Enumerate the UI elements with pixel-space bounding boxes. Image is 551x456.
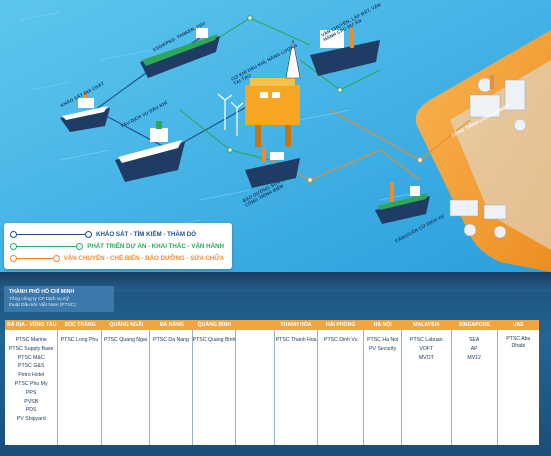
list-item: PTSC M&C [17,354,45,361]
list-item: PTSC Long Phu [60,337,99,343]
list-item: PV Security [369,345,397,352]
legend-item-development: PHÁT TRIỂN DỰ ÁN - KHAI THÁC - VẬN HÀNH [9,240,224,252]
list-item: PTSC Abu Dhabi [506,336,531,349]
column-soc-trang: PTSC Long Phu [58,330,102,445]
header-ha-noi: HÀ NỘI [373,322,392,328]
list-item: MVOT [418,354,434,361]
list-item: PTSC G&S [18,363,45,370]
list-item: PV Shipyard [16,416,46,423]
header-thanh-hoa: THANH HÓA [280,322,312,328]
legend-text-development: PHÁT TRIỂN DỰ ÁN - KHAI THÁC - VẬN HÀNH [87,242,224,250]
header-malaysia: MALAYSIA [413,322,440,328]
legend-item-services: VẬN CHUYỂN - CHẾ BIẾN - BẢO DƯỠNG - SỬA … [10,252,224,264]
list-item: PTSC Thanh Hoa [275,337,317,343]
list-item: Petro Hotel [18,372,45,379]
list-item: PTSC Labuan [410,337,443,343]
legend-line-survey [10,231,92,239]
column-ba-ria-vung-tau: PTSC Marine PTSC Supply Base PTSC M&C PT… [5,330,59,445]
list-item: SEA [468,337,480,343]
column-empty [236,330,276,445]
column-hai-phong: PTSC Dinh Vu [318,330,365,445]
list-item: PTSC Supply Base [8,345,54,352]
column-quang-ngai: PTSC Quang Ngai [102,330,151,445]
units-table: BÀ RỊA - VŨNG TÀU SÓC TRĂNG QUẢNG NGÃI Đ… [5,320,539,445]
list-item: PTSC Ha Noi [367,337,399,343]
list-item: PTSC Dinh Vu [323,337,358,343]
header-uae: UAE [512,322,524,328]
list-item: VOFT [419,345,434,352]
column-ha-noi: PTSC Ha Noi PV Security [364,330,402,445]
list-item: PDS [25,407,37,414]
legend: KHẢO SÁT - TÌM KIẾM - THĂM DÒ PHÁT TRIỂN… [4,223,232,269]
legend-line-development [9,243,84,251]
units-table-header: BÀ RỊA - VŨNG TÀU SÓC TRĂNG QUẢNG NGÃI Đ… [5,320,539,330]
legend-line-services [10,255,60,263]
column-da-nang: PTSC Da Nang [150,330,193,445]
legend-text-survey: KHẢO SÁT - TÌM KIẾM - THĂM DÒ [96,230,197,238]
units-table-body: PTSC Marine PTSC Supply Base PTSC M&C PT… [5,330,539,445]
column-uae: PTSC Abu Dhabi [498,330,539,445]
list-item: PPS [25,389,37,396]
column-thanh-hoa: PTSC Thanh Hoa [275,330,319,445]
list-item: PTSC Da Nang [153,337,189,343]
list-item: PTSC Quang Ngai [103,337,147,343]
list-item: PVSB [24,398,39,405]
column-malaysia: PTSC Labuan VOFT MVOT [402,330,452,445]
column-quang-binh: PTSC Quang Binh [193,330,237,445]
header-quang-ngai: QUẢNG NGÃI [109,322,144,328]
header-quang-binh: QUẢNG BÌNH [197,322,232,328]
header-soc-trang: SÓC TRĂNG [64,322,96,328]
legend-item-survey: KHẢO SÁT - TÌM KIẾM - THĂM DÒ [10,228,224,240]
hcmc-title: THÀNH PHỐ HỒ CHÍ MINH [9,289,75,295]
hcmc-headquarters-box: THÀNH PHỐ HỒ CHÍ MINH Tổng công ty CP Dị… [4,286,114,312]
header-da-nang: ĐÀ NẴNG [159,322,185,328]
network-panel: THÀNH PHỐ HỒ CHÍ MINH Tổng công ty CP Dị… [0,272,551,456]
header-ba-ria-vung-tau: BÀ RỊA - VŨNG TÀU [7,322,57,328]
list-item: AP [470,345,478,352]
header-singapore: SINGAPORE [458,322,490,328]
list-item: PTSC Quang Binh [192,337,236,343]
hcmc-subtitle: Tổng công ty CP Dịch vụ Kỹ thuật Dầu khí… [9,297,76,308]
header-hai-phong: HẢI PHÒNG [325,322,356,328]
legend-text-services: VẬN CHUYỂN - CHẾ BIẾN - BẢO DƯỠNG - SỬA … [63,254,224,262]
value-chain-illustration: Khảo sát địa chất FSO/FPSO, Tanker, FSU … [0,0,551,272]
list-item: MV12 [467,354,481,361]
list-item: PTSC Marine [15,337,47,343]
header-empty [236,320,275,330]
list-item: PTSC Phu My [14,380,48,387]
column-singapore: SEA AP MV12 [452,330,498,445]
